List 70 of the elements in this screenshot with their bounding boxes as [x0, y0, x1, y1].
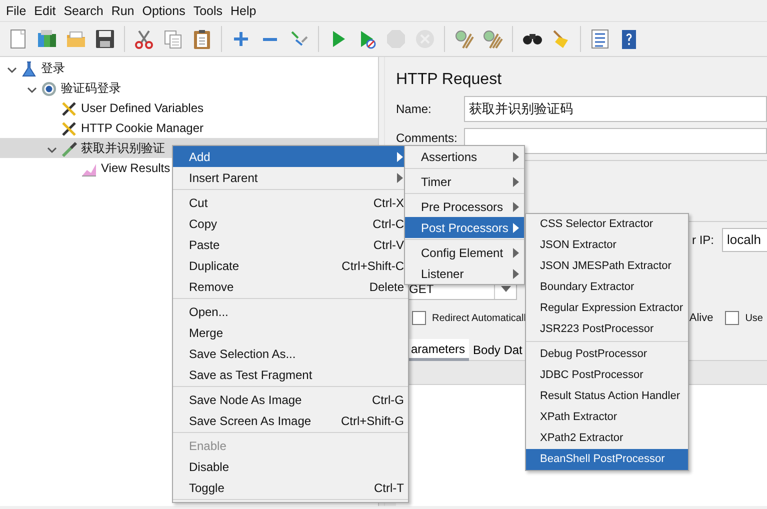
menu-item[interactable]: Save Node As Image Ctrl-G — [173, 389, 408, 410]
menu-item[interactable]: Copy Ctrl-C — [173, 213, 408, 234]
field-label: Comments: — [396, 130, 458, 147]
name-field[interactable]: 获取并识别验证码 — [464, 96, 767, 122]
menu-item[interactable]: Save Screen As Image Ctrl+Shift-G — [173, 410, 408, 431]
option-label: Use — [745, 312, 763, 326]
menu-item[interactable]: Edit — [30, 0, 60, 20]
menu-item[interactable]: Timer — [405, 171, 524, 192]
tree-node-label[interactable]: HTTP Cookie Manager — [81, 119, 204, 137]
tree-node-label[interactable]: 登录 — [41, 59, 65, 77]
menu-item[interactable]: JSON Extractor — [526, 235, 688, 256]
tree-node-label[interactable]: 验证码登录 — [61, 79, 121, 97]
broom-icon — [482, 28, 504, 50]
menu-item[interactable]: BeanShell PostProcessor — [526, 449, 688, 470]
menu-item[interactable]: Options — [138, 0, 190, 20]
menu-item[interactable]: XPath2 Extractor — [526, 428, 688, 449]
menu-item[interactable]: Pre Processors — [405, 196, 524, 217]
menu-item[interactable]: Duplicate Ctrl+Shift-C — [173, 255, 408, 276]
menu-item[interactable]: Save as Test Fragment — [173, 364, 408, 385]
list-icon — [589, 28, 611, 50]
checkbox[interactable] — [725, 311, 740, 325]
menu-item[interactable]: Paste Ctrl-V — [173, 234, 408, 255]
comments-field[interactable] — [464, 128, 767, 154]
menu-item[interactable]: XPath Extractor — [526, 407, 688, 428]
option-label: Alive — [689, 310, 714, 326]
minus-icon — [263, 38, 277, 40]
broom-icon — [453, 28, 475, 50]
menu-item[interactable]: CSS Selector Extractor — [526, 214, 688, 235]
menu-item[interactable]: Run — [107, 0, 138, 20]
wrench-icon — [60, 119, 78, 137]
books-icon — [36, 28, 58, 50]
menu-item[interactable]: Merge — [173, 322, 408, 343]
menu-item[interactable]: Insert Parent — [173, 167, 408, 188]
menu-item[interactable]: Result Status Action Handler — [526, 386, 688, 407]
menu-item[interactable]: Boundary Extractor — [526, 277, 688, 298]
menu-item[interactable]: Open... — [173, 301, 408, 322]
menu-item[interactable]: Toggle Ctrl-T — [173, 477, 408, 498]
menu-item[interactable]: JSR223 PostProcessor — [526, 319, 688, 340]
menu-item[interactable]: Tools — [189, 0, 227, 20]
menu-item[interactable]: Disable — [173, 456, 408, 477]
clipboard-icon — [191, 28, 213, 50]
menu-item[interactable]: Config Element — [405, 242, 524, 263]
tree-node-label[interactable]: View Results — [101, 159, 170, 177]
menu-item[interactable]: Help — [226, 0, 260, 20]
panel-title: HTTP Request — [396, 70, 503, 90]
menu-item[interactable]: Save Selection As... — [173, 343, 408, 364]
menu-item[interactable]: Debug PostProcessor — [526, 344, 688, 365]
binoculars-icon — [522, 34, 542, 44]
menu-item[interactable]: Post Processors — [405, 217, 524, 238]
tree-node-label[interactable]: 获取并识别验证 — [81, 139, 165, 157]
server-field[interactable]: localh — [722, 228, 767, 252]
menu-item[interactable]: Remove Delete — [173, 276, 408, 297]
option-label: Redirect Automaticall — [432, 312, 526, 326]
tab[interactable]: arameters — [407, 339, 470, 361]
menu-item[interactable]: File — [2, 0, 30, 20]
pipette-icon — [60, 139, 78, 157]
field-label: r IP: — [692, 232, 714, 249]
wrench-icon — [60, 99, 78, 117]
menu-item[interactable]: JSON JMESPath Extractor — [526, 256, 688, 277]
menu-item[interactable]: Cut Ctrl-X — [173, 192, 408, 213]
menu-item[interactable]: Regular Expression Extractor — [526, 298, 688, 319]
flask-icon — [20, 59, 38, 77]
menu-item[interactable]: Assertions — [405, 146, 524, 167]
scissors-icon — [133, 28, 155, 50]
checkbox[interactable] — [412, 311, 426, 325]
tree-node-label[interactable]: User Defined Variables — [81, 99, 204, 117]
field-label: Name: — [396, 101, 432, 118]
copy-icon — [162, 28, 184, 50]
tab[interactable]: Body Dat — [469, 339, 526, 361]
menu-item[interactable]: Search — [60, 0, 108, 20]
